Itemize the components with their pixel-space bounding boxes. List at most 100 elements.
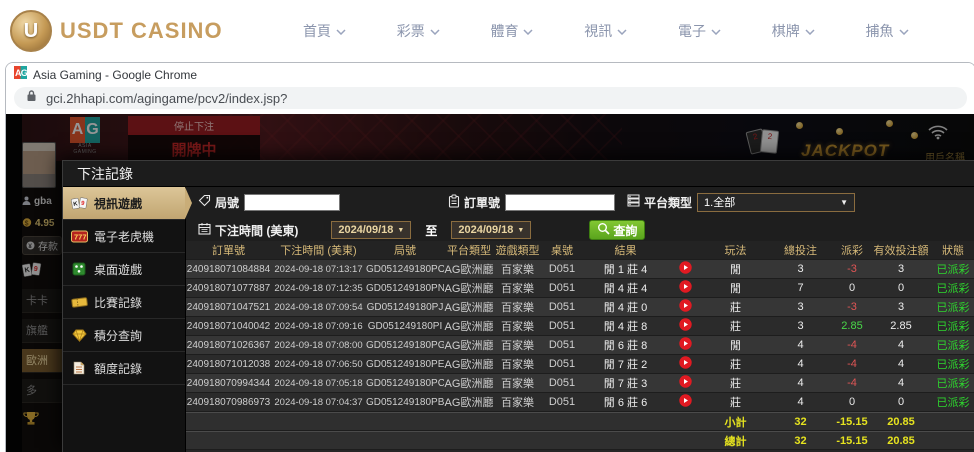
chevron-down-icon (336, 29, 346, 35)
column-header: 玩法 (703, 242, 768, 258)
cell-game: 百家樂 (494, 337, 541, 353)
table-row[interactable]: 2409180710475212024-09-18 07:09:54GD0512… (186, 298, 974, 317)
cell-time: 2024-09-18 07:06:50 (271, 359, 366, 370)
cell-status: 已派彩 (931, 299, 974, 315)
column-header: 平台類型 (444, 242, 494, 258)
cell-game: 百家樂 (494, 356, 541, 372)
column-header: 結果 (583, 242, 668, 258)
subtotal-payout: -15.15 (833, 416, 871, 428)
cell-round: GD051249180PE (366, 359, 444, 370)
cell-status: 已派彩 (931, 356, 974, 372)
nav-item-4[interactable]: 電子 (678, 21, 721, 41)
subtotal-row: 小計32-15.1520.85 (186, 412, 974, 431)
nav-item-label: 視訊 (584, 21, 612, 41)
sidebar-item-3[interactable]: 比賽記錄 (63, 286, 185, 319)
cell-valid: 2.85 (871, 320, 931, 332)
nav-item-label: 首頁 (303, 21, 331, 41)
calendar-icon (198, 222, 211, 238)
play-button[interactable] (679, 356, 692, 369)
cell-round: GD051249180PJ (366, 302, 444, 313)
cell-bet: 莊 (703, 375, 768, 391)
nav-item-1[interactable]: 彩票 (397, 21, 440, 41)
cell-order: 240918070986973 (186, 397, 271, 408)
column-header: 派彩 (833, 242, 871, 258)
nav-item-3[interactable]: 視訊 (584, 21, 627, 41)
svg-text:777: 777 (74, 232, 87, 241)
nav-item-2[interactable]: 體育 (490, 21, 533, 41)
sidebar-item-2[interactable]: 桌面遊戲 (63, 253, 185, 286)
usdt-logo-icon: U (10, 10, 52, 52)
cell-order: 240918071040042 (186, 321, 271, 332)
usdt-logo[interactable]: U USDT CASINO (10, 10, 223, 52)
nav-item-5[interactable]: 棋牌 (772, 21, 815, 41)
table-row[interactable]: 2409180710120382024-09-18 07:06:50GD0512… (186, 355, 974, 374)
chevron-down-icon (805, 29, 815, 35)
sidebar-item-1[interactable]: 777電子老虎機 (63, 220, 185, 253)
cell-valid: 4 (871, 377, 931, 389)
table-row[interactable]: 2409180709943442024-09-18 07:05:18GD0512… (186, 374, 974, 393)
table-row[interactable]: 2409180710848842024-09-18 07:13:17GD0512… (186, 260, 974, 279)
play-button[interactable] (679, 280, 692, 293)
cell-total: 4 (768, 339, 833, 351)
search-button-label: 查詢 (613, 222, 637, 239)
cell-table_no: D051 (541, 263, 583, 275)
nav-item-label: 捕魚 (866, 21, 894, 41)
ag-favicon: AG (14, 66, 27, 84)
logo-letter: U (24, 20, 38, 43)
table-row[interactable]: 2409180710400422024-09-18 07:09:16GD0512… (186, 317, 974, 336)
cell-result: 閒 4 莊 0 (583, 299, 668, 315)
search-button[interactable]: 查詢 (589, 220, 645, 240)
column-header: 總投注 (768, 242, 833, 258)
cell-result: 閒 4 莊 4 (583, 280, 668, 296)
play-button[interactable] (679, 394, 692, 407)
cell-game: 百家樂 (494, 261, 541, 277)
table-row[interactable]: 2409180710778872024-09-18 07:12:35GD0512… (186, 279, 974, 298)
chevron-down-icon (617, 29, 627, 35)
cell-bet: 莊 (703, 356, 768, 372)
nav-item-0[interactable]: 首頁 (303, 21, 346, 41)
cell-total: 4 (768, 358, 833, 370)
sidebar-item-4[interactable]: 積分查詢 (63, 319, 185, 352)
cell-total: 4 (768, 396, 833, 408)
cards-icon: K9 (70, 196, 88, 211)
date-from-picker[interactable]: 2024/09/18▼ (331, 221, 411, 239)
cell-valid: 3 (871, 301, 931, 313)
sidebar-item-5[interactable]: 額度記錄 (63, 352, 185, 385)
total-valid: 20.85 (871, 435, 931, 447)
cell-round: GD051249180PI (366, 321, 444, 332)
cell-game: 百家樂 (494, 318, 541, 334)
play-button[interactable] (679, 337, 692, 350)
play-button[interactable] (679, 375, 692, 388)
column-header: 有效投注額 (871, 242, 931, 258)
order-input[interactable] (505, 194, 615, 211)
nav-item-6[interactable]: 捕魚 (866, 21, 909, 41)
cell-status: 已派彩 (931, 261, 974, 277)
sidebar-item-0[interactable]: K9視訊遊戲 (63, 187, 185, 220)
date-to-picker[interactable]: 2024/09/18▼ (451, 221, 531, 239)
cell-table_no: D051 (541, 358, 583, 370)
table-row[interactable]: 2409180710263672024-09-18 07:08:00GD0512… (186, 336, 974, 355)
cell-order: 240918071047521 (186, 302, 271, 313)
round-input[interactable] (244, 194, 340, 211)
play-button[interactable] (679, 318, 692, 331)
cell-total: 4 (768, 377, 833, 389)
cell-payout: -4 (833, 377, 871, 389)
table-row[interactable]: 2409180709869732024-09-18 07:04:37GD0512… (186, 393, 974, 412)
column-header: 狀態 (931, 242, 974, 258)
cell-valid: 3 (871, 263, 931, 275)
address-bar[interactable]: gci.2hhapi.com/agingame/pcv2/index.jsp? (14, 87, 967, 109)
play-button[interactable] (679, 299, 692, 312)
cell-total: 3 (768, 263, 833, 275)
platform-select[interactable]: 1.全部▼ (697, 193, 855, 212)
slot-icon: 777 (70, 230, 88, 243)
cell-round: GD051249180PB (366, 397, 444, 408)
cell-table_no: D051 (541, 396, 583, 408)
total-payout: -15.15 (833, 435, 871, 447)
cell-payout: -4 (833, 339, 871, 351)
url-text: gci.2hhapi.com/agingame/pcv2/index.jsp? (46, 91, 287, 106)
cell-platform: AG歐洲廳 (444, 261, 494, 277)
cell-platform: AG歐洲廳 (444, 394, 494, 410)
play-button[interactable] (679, 261, 692, 274)
cell-bet: 閒 (703, 261, 768, 277)
cell-valid: 4 (871, 358, 931, 370)
